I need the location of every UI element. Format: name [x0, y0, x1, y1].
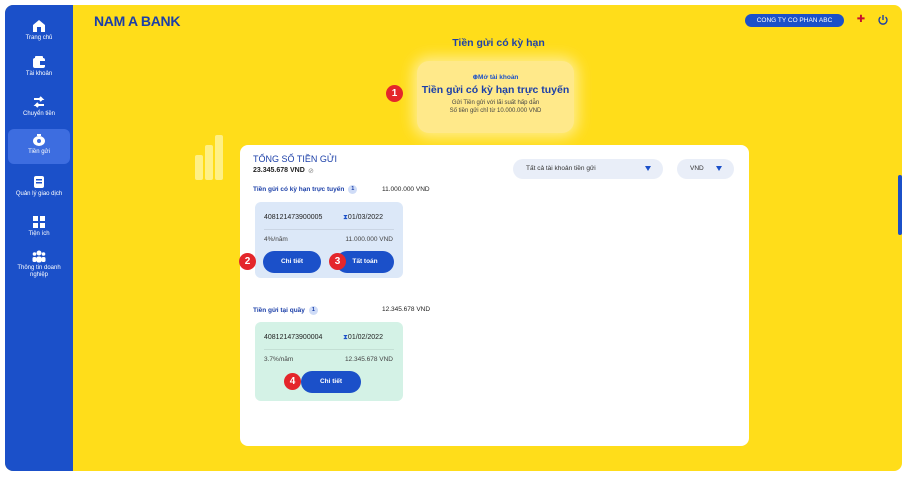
deposit-account-number: 408121473900005	[264, 214, 323, 221]
chevron-down-icon	[645, 166, 651, 171]
sidebar-item-transactions[interactable]: Quản lý giao dịch	[8, 171, 70, 205]
online-section-amount: 11.000.000 VND	[382, 186, 430, 193]
total-amount: 23.345.678 VND	[253, 167, 305, 174]
sidebar-item-label: Tài khoản	[25, 71, 53, 77]
divider	[264, 349, 394, 350]
wallet-icon	[33, 56, 45, 68]
decor-bar	[215, 135, 223, 180]
counter-section-amount: 12.345.678 VND	[382, 306, 431, 313]
step-badge-2: 2	[239, 253, 256, 270]
deposit-summary-card: TỔNG SỐ TIỀN GỬI 23.345.678 VND ⊘ Tất cả…	[239, 145, 749, 446]
sidebar-item-label: Thông tin doanh nghiệp	[17, 265, 61, 278]
company-badge[interactable]: CONG TY CO PHAN ABC	[745, 14, 844, 27]
promo-desc-1: Gửi Tiền gửi với lãi suất hấp dẫn	[451, 100, 540, 106]
users-icon	[32, 250, 46, 263]
uk-flag-icon[interactable]: ✚	[855, 15, 867, 25]
sidebar-item-transfer[interactable]: Chuyển tiền	[8, 91, 70, 125]
step-badge-4: 4	[284, 373, 301, 390]
currency-filter-value: VND	[690, 165, 704, 172]
detail-button[interactable]: Chi tiết	[301, 371, 361, 393]
app-window: Trang chủ Tài khoản Chuyển tiền Tiền gửi…	[5, 5, 902, 471]
sidebar-item-label: Chuyển tiền	[22, 111, 56, 117]
deposit-account-number: 408121473900004	[264, 334, 323, 341]
chevron-down-icon	[716, 166, 722, 171]
promo-desc-2: Số tiền gửi chỉ từ 10.000.000 VND	[449, 108, 542, 114]
grid-icon	[33, 216, 45, 228]
sidebar-item-label: Tiện ích	[28, 231, 50, 237]
counter-section-title: Tiền gửi tại quầy 1	[253, 306, 318, 315]
sidebar-item-account[interactable]: Tài khoản	[8, 51, 70, 85]
sidebar: Trang chủ Tài khoản Chuyển tiền Tiền gửi…	[5, 5, 73, 471]
detail-button[interactable]: Chi tiết	[263, 251, 321, 273]
step-badge-1: 1	[386, 85, 403, 102]
deposit-amount: 12.345.678 VND	[344, 356, 393, 363]
open-account-card[interactable]: ⊕Mở tài khoản Tiền gửi có kỳ hạn trực tu…	[417, 61, 574, 133]
page-title: Tiền gửi có kỳ hạn	[452, 37, 545, 49]
account-filter-value: Tất cả tài khoản tiền gửi	[526, 165, 596, 172]
account-filter-dropdown[interactable]: Tất cả tài khoản tiền gửi	[513, 159, 663, 179]
promo-title: Tiền gửi có kỳ hạn trực tuyến	[421, 84, 570, 96]
sidebar-item-utilities[interactable]: Tiện ích	[8, 211, 70, 245]
power-icon[interactable]	[877, 14, 889, 26]
hide-amount-icon[interactable]: ⊘	[308, 167, 314, 175]
home-icon	[33, 20, 45, 32]
deposit-amount: 11.000.000 VND	[345, 236, 393, 243]
deposit-date: ⧗01/03/2022	[343, 214, 383, 221]
divider	[264, 229, 394, 230]
sidebar-item-deposit[interactable]: Tiền gửi	[8, 129, 70, 164]
currency-filter-dropdown[interactable]: VND	[677, 159, 734, 179]
piggy-bank-icon	[33, 134, 45, 146]
deposit-rate: 3.7%/năm	[264, 356, 294, 363]
step-badge-3: 3	[329, 253, 346, 270]
scrollbar[interactable]	[898, 175, 902, 235]
open-account-label: ⊕Mở tài khoản	[472, 74, 519, 81]
decor-bar	[195, 155, 203, 180]
transfer-icon	[33, 96, 45, 108]
sidebar-item-business-info[interactable]: Thông tin doanh nghiệp	[8, 245, 70, 285]
document-icon	[34, 176, 44, 188]
counter-count-badge: 1	[308, 306, 318, 315]
deposit-rate: 4%/năm	[264, 236, 288, 243]
sidebar-item-label: Tiền gửi	[28, 149, 50, 155]
decor-bar	[205, 145, 213, 180]
online-count-badge: 1	[348, 185, 358, 194]
total-title: TỔNG SỐ TIỀN GỬI	[253, 154, 338, 164]
sidebar-item-label: Quản lý giao dịch	[15, 191, 63, 197]
bank-logo[interactable]: NAM A BANK	[94, 13, 180, 29]
deposit-date: ⧗01/02/2022	[343, 334, 383, 341]
online-section-title: Tiền gửi có kỳ hạn trực tuyến 1	[253, 185, 358, 194]
